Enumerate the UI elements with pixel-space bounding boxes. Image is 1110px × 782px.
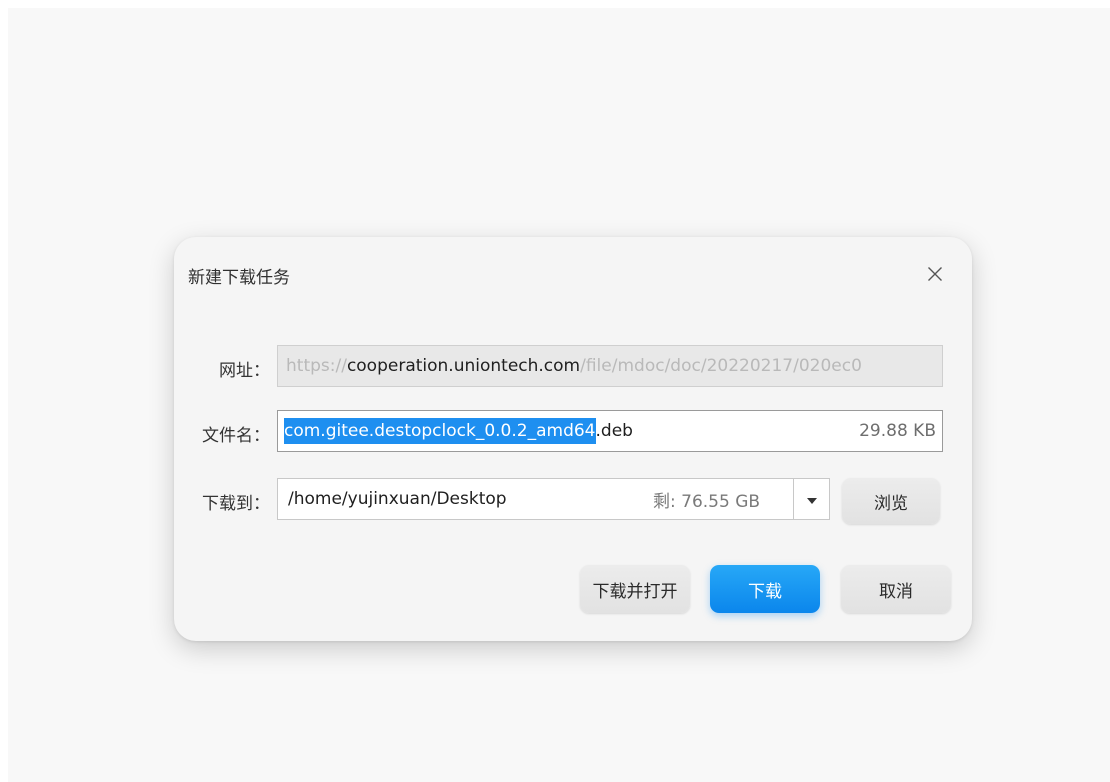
download-and-open-button[interactable]: 下载并打开 bbox=[580, 565, 690, 613]
filename-label: 文件名： bbox=[202, 426, 270, 446]
dialog-title: 新建下载任务 bbox=[188, 268, 290, 288]
download-button[interactable]: 下载 bbox=[710, 565, 820, 613]
filename-input[interactable]: com.gitee.destopclock_0.0.2_amd64 .deb 29… bbox=[277, 410, 943, 452]
cancel-button[interactable]: 取消 bbox=[841, 565, 951, 613]
free-space: 剩: 76.55 GB bbox=[653, 491, 761, 512]
browse-button[interactable]: 浏览 bbox=[842, 478, 940, 524]
url-field[interactable]: https://cooperation.uniontech.com/file/m… bbox=[277, 345, 943, 387]
save-path: /home/yujinxuan/Desktop bbox=[288, 489, 507, 509]
filename-extension: .deb bbox=[595, 421, 633, 441]
url-scheme: https:// bbox=[286, 356, 347, 376]
save-location-dropdown-button[interactable] bbox=[794, 479, 829, 519]
desktop-background: 新建下载任务 网址： https://cooperation.uniontech… bbox=[8, 8, 1110, 782]
url-host: cooperation.uniontech.com bbox=[346, 356, 581, 376]
new-download-dialog: 新建下载任务 网址： https://cooperation.uniontech… bbox=[174, 237, 972, 641]
url-path: /file/mdoc/doc/20220217/020ec0 bbox=[580, 356, 862, 376]
filename-selected-text: com.gitee.destopclock_0.0.2_amd64 bbox=[284, 418, 596, 444]
caret-down-icon bbox=[807, 489, 817, 509]
close-icon bbox=[927, 266, 943, 286]
file-size: 29.88 KB bbox=[859, 421, 936, 441]
close-button[interactable] bbox=[918, 259, 952, 293]
save-location-label: 下载到： bbox=[202, 494, 270, 514]
save-location-combobox[interactable]: /home/yujinxuan/Desktop 剩: 76.55 GB bbox=[277, 478, 830, 520]
url-label: 网址： bbox=[219, 361, 270, 381]
